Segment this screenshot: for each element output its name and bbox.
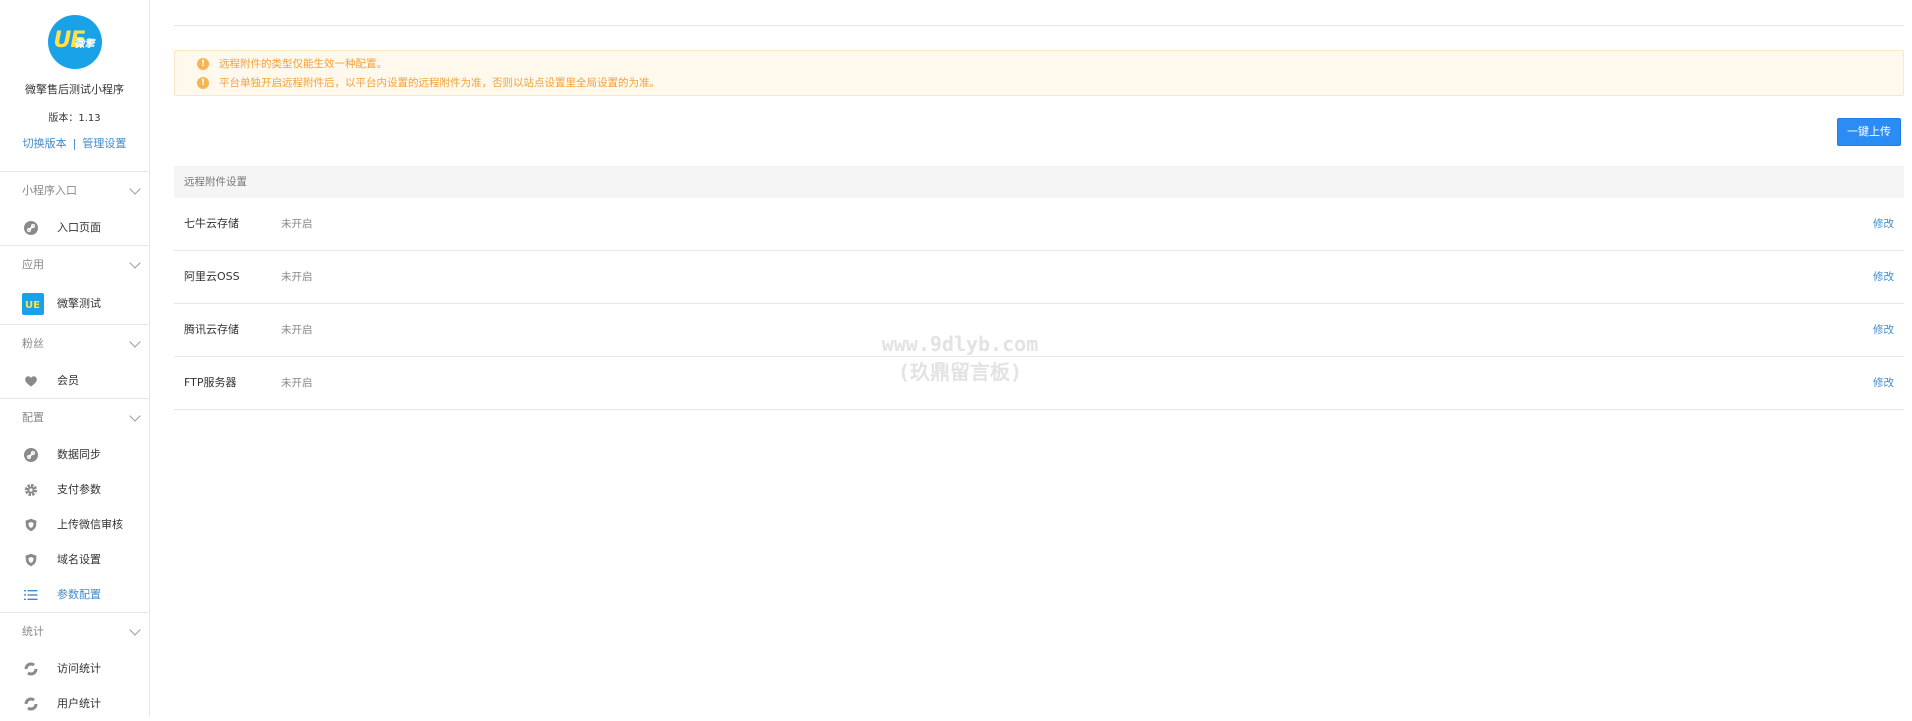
sidebar-item-data-sync[interactable]: 数据同步 xyxy=(0,437,149,472)
sidebar-item-label: 用户统计 xyxy=(57,697,101,710)
edit-link[interactable]: 修改 xyxy=(1873,357,1894,409)
storage-status: 未开启 xyxy=(281,271,313,283)
account-name: 微擎售后测试小程序 xyxy=(25,83,124,96)
nav-group-title: 配置 xyxy=(22,411,44,424)
sidebar: UE 微擎 微擎售后测试小程序 版本：1.13 切换版本 | 管理设置 小程序入口 … xyxy=(0,0,150,717)
link-separator: | xyxy=(72,137,77,150)
sidebar-item-upload-review[interactable]: 上传微信审核 xyxy=(0,507,149,542)
svg-text:UE: UE xyxy=(25,300,40,311)
nav-group-title: 粉丝 xyxy=(22,337,44,350)
nav-group-stats[interactable]: 统计 xyxy=(0,612,149,651)
account-links: 切换版本 | 管理设置 xyxy=(0,135,149,151)
chevron-down-icon xyxy=(129,624,141,636)
alert-text: 平台单独开启远程附件后，以平台内设置的远程附件为准，否则以站点设置里全局设置的为… xyxy=(219,77,660,89)
sidebar-item-payment-params[interactable]: 支付参数 xyxy=(0,472,149,507)
logo-cn-text: 微擎 xyxy=(74,39,95,50)
heart-icon xyxy=(25,376,37,387)
sidebar-item-label: 会员 xyxy=(57,374,79,387)
chevron-down-icon xyxy=(129,183,141,195)
warning-alert: ! 远程附件的类型仅能生效一种配置。 ! 平台单独开启远程附件后，以平台内设置的… xyxy=(174,50,1904,96)
chevron-down-icon xyxy=(129,336,141,348)
sidebar-item-label: 微擎测试 xyxy=(57,297,101,310)
storage-name: 七牛云存储 xyxy=(184,217,239,230)
storage-status: 未开启 xyxy=(281,324,313,336)
storage-status: 未开启 xyxy=(281,218,313,230)
account-panel: UE 微擎 微擎售后测试小程序 版本：1.13 切换版本 | 管理设置 xyxy=(0,15,149,172)
nav-group-entry[interactable]: 小程序入口 xyxy=(0,172,149,210)
sidebar-item-label: 访问统计 xyxy=(57,662,101,675)
edit-link[interactable]: 修改 xyxy=(1873,198,1894,250)
one-click-upload-button[interactable]: 一键上传 xyxy=(1837,118,1901,146)
app-logo-icon: UE xyxy=(22,293,44,315)
sidebar-item-param-config[interactable]: 参数配置 xyxy=(0,577,149,612)
table-header: 远程附件设置 xyxy=(174,166,1904,198)
nav-group-config[interactable]: 配置 xyxy=(0,398,149,437)
account-logo: UE 微擎 xyxy=(47,15,102,69)
sidebar-item-app-test[interactable]: UE 微擎测试 xyxy=(0,284,149,324)
chevron-down-icon xyxy=(129,257,141,269)
edit-link[interactable]: 修改 xyxy=(1873,304,1894,356)
alert-line: ! 远程附件的类型仅能生效一种配置。 xyxy=(197,56,387,72)
sidebar-item-visit-stats[interactable]: 访问统计 xyxy=(0,651,149,686)
sidebar-item-label: 支付参数 xyxy=(57,483,101,496)
sidebar-item-members[interactable]: 会员 xyxy=(0,363,149,398)
gear-icon xyxy=(24,483,38,497)
nav-group-title: 小程序入口 xyxy=(22,184,77,197)
sidebar-item-user-stats[interactable]: 用户统计 xyxy=(0,686,149,721)
nav-group-apps[interactable]: 应用 xyxy=(0,245,149,284)
sidebar-item-domain-settings[interactable]: 域名设置 xyxy=(0,542,149,577)
sidebar-item-label: 域名设置 xyxy=(57,553,101,566)
shield-icon xyxy=(25,518,37,532)
watermark: www.9dlyb.com (玖鼎留言板) xyxy=(860,330,1060,386)
account-version: 版本：1.13 xyxy=(48,113,101,124)
table-row: 阿里云OSS 未开启 修改 xyxy=(174,251,1904,304)
list-icon xyxy=(24,590,38,600)
nav-group-fans[interactable]: 粉丝 xyxy=(0,324,149,363)
warning-icon: ! xyxy=(197,58,209,70)
refresh-icon xyxy=(24,662,38,676)
top-divider xyxy=(174,25,1904,26)
shield-icon xyxy=(25,553,37,567)
link-icon xyxy=(24,221,38,235)
alert-line: ! 平台单独开启远程附件后，以平台内设置的远程附件为准，否则以站点设置里全局设置… xyxy=(197,75,660,91)
switch-version-link[interactable]: 切换版本 xyxy=(23,137,67,150)
warning-icon: ! xyxy=(197,77,209,89)
manage-settings-link[interactable]: 管理设置 xyxy=(82,137,126,150)
sidebar-item-entry-page[interactable]: 入口页面 xyxy=(0,210,149,245)
table-row: 七牛云存储 未开启 修改 xyxy=(174,198,1904,251)
alert-text: 远程附件的类型仅能生效一种配置。 xyxy=(219,58,387,70)
sidebar-item-label: 入口页面 xyxy=(57,221,101,234)
sidebar-item-label: 上传微信审核 xyxy=(57,518,123,531)
watermark-line: (玖鼎留言板) xyxy=(897,360,1023,384)
refresh-icon xyxy=(24,697,38,711)
chevron-down-icon xyxy=(129,410,141,422)
storage-name: FTP服务器 xyxy=(184,376,237,389)
sidebar-item-label: 数据同步 xyxy=(57,448,101,461)
sidebar-item-label: 参数配置 xyxy=(57,588,101,601)
nav-group-title: 应用 xyxy=(22,258,44,271)
watermark-line: www.9dlyb.com xyxy=(881,332,1039,356)
edit-link[interactable]: 修改 xyxy=(1873,251,1894,303)
storage-name: 阿里云OSS xyxy=(184,270,240,283)
storage-name: 腾讯云存储 xyxy=(184,323,239,336)
nav-group-title: 统计 xyxy=(22,625,44,638)
link-icon xyxy=(24,448,38,462)
storage-status: 未开启 xyxy=(281,377,313,389)
